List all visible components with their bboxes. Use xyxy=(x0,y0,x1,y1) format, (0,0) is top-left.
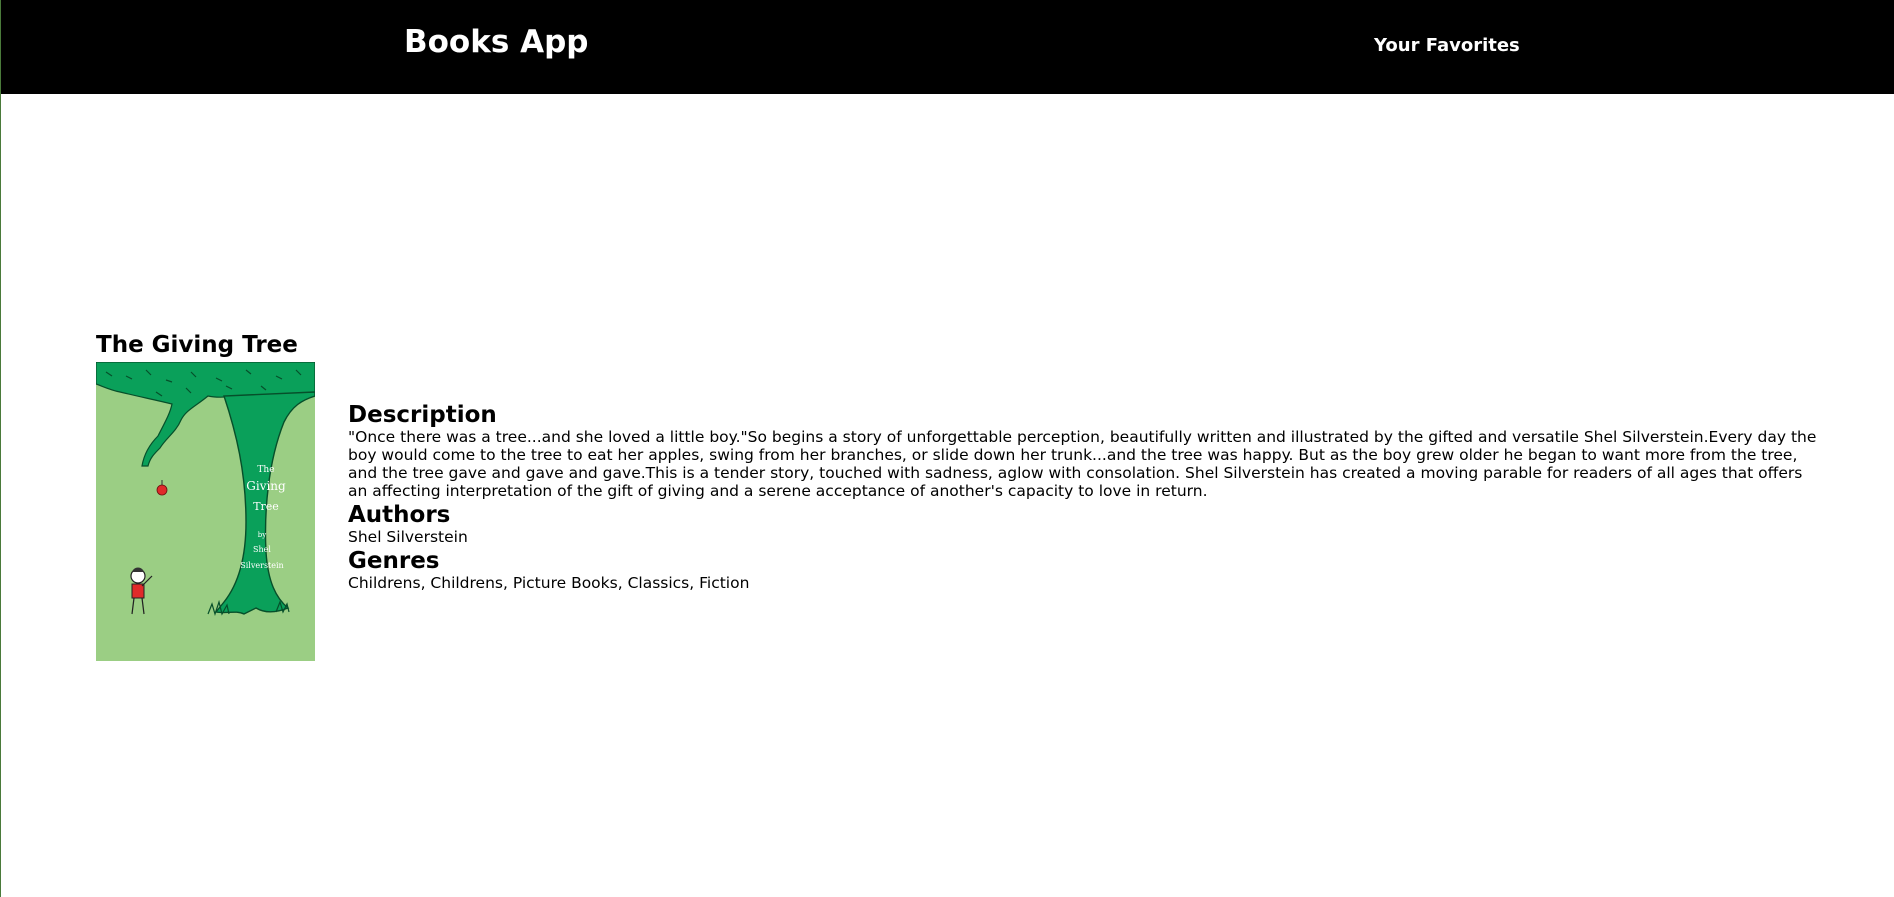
cover-title-line2: Giving xyxy=(246,479,286,493)
cover-illustration: The Giving Tree by Shel Silverstein xyxy=(96,362,315,661)
cover-author-line1: Shel xyxy=(253,545,271,554)
book-cover-image: The Giving Tree by Shel Silverstein xyxy=(96,362,315,661)
cover-title-line1: The xyxy=(257,465,274,475)
cover-by: by xyxy=(258,531,266,539)
navbar: Books App Your Favorites xyxy=(1,0,1894,94)
description-heading: Description xyxy=(348,402,497,428)
genres-heading: Genres xyxy=(348,548,440,574)
book-details: Description "Once there was a tree...and… xyxy=(348,402,1818,594)
favorites-link[interactable]: Your Favorites xyxy=(1374,35,1520,56)
genres-text: Childrens, Childrens, Picture Books, Cla… xyxy=(348,574,750,592)
description-text: "Once there was a tree...and she loved a… xyxy=(348,428,1817,500)
cover-author-line2: Silverstein xyxy=(240,561,283,570)
authors-text: Shel Silverstein xyxy=(348,528,468,546)
authors-heading: Authors xyxy=(348,502,451,528)
book-title: The Giving Tree xyxy=(96,332,298,358)
brand-link[interactable]: Books App xyxy=(404,24,588,60)
cover-title-line3: Tree xyxy=(253,500,279,513)
page: Books App Your Favorites The Giving Tree… xyxy=(0,0,1894,897)
